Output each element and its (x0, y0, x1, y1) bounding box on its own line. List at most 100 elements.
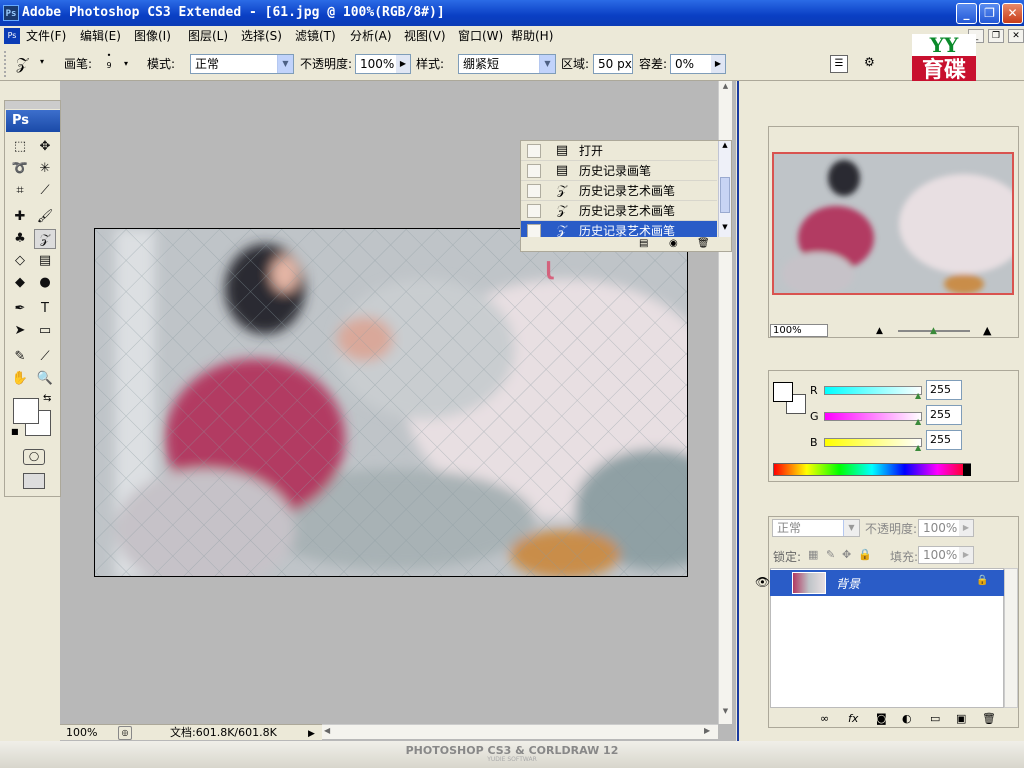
restore-button[interactable]: ❐ (979, 3, 1000, 24)
adjustment-layer-icon[interactable]: ◐ (902, 712, 912, 725)
tool-preset-arrow-icon[interactable]: ▾ (40, 57, 44, 66)
slider-thumb[interactable]: ▲ (915, 443, 921, 452)
new-layer-icon[interactable]: ▣ (956, 712, 966, 725)
tolerance-input[interactable]: 0% ▶ (670, 54, 726, 74)
color-r-input[interactable]: 255 (926, 380, 962, 400)
slider-thumb[interactable]: ▲ (915, 391, 921, 400)
gradient-tool-icon[interactable]: ▤ (34, 251, 56, 271)
menu-filter[interactable]: 滤镜(T) (295, 26, 336, 46)
menu-help[interactable]: 帮助(H) (511, 26, 553, 46)
stamp-tool-icon[interactable]: ♣ (9, 229, 31, 249)
doc-close-button[interactable]: ✕ (1008, 29, 1024, 43)
minimize-button[interactable]: _ (956, 3, 977, 24)
eye-visibility-icon[interactable]: 👁 (755, 575, 770, 589)
eraser-tool-icon[interactable]: ◇ (9, 251, 31, 271)
lasso-tool-icon[interactable]: ➰ (9, 159, 31, 179)
foreground-color-swatch[interactable] (13, 398, 39, 424)
lock-transparency-icon[interactable]: ▦ (808, 548, 818, 561)
color-g-slider[interactable] (824, 412, 922, 421)
scroll-up-icon[interactable]: ▲ (720, 82, 731, 94)
marquee-tool-icon[interactable]: ⬚ (9, 137, 31, 157)
spectrum-black-swatch[interactable] (963, 464, 971, 476)
trash-icon[interactable]: 🗑 (982, 712, 996, 725)
layer-mask-icon[interactable]: ◙ (876, 712, 887, 725)
default-colors-icon[interactable]: ■ (11, 427, 19, 436)
menu-edit[interactable]: 编辑(E) (80, 26, 121, 46)
menu-window[interactable]: 窗口(W) (458, 26, 503, 46)
color-r-slider[interactable] (824, 386, 922, 395)
layer-style-icon[interactable]: fx (848, 712, 858, 725)
color-spectrum-bar[interactable] (773, 463, 971, 476)
layers-opacity-input[interactable]: 100% ▶ (918, 519, 974, 537)
history-item[interactable]: ▤ 打开 (521, 141, 717, 161)
area-input[interactable]: 50 px (593, 54, 633, 74)
lock-pixels-icon[interactable]: ✎ (826, 548, 835, 561)
swap-colors-icon[interactable]: ⇆ (43, 393, 51, 404)
crop-tool-icon[interactable]: ⌗ (9, 181, 31, 201)
type-tool-icon[interactable]: T (34, 299, 56, 319)
dodge-tool-icon[interactable]: ● (34, 273, 56, 293)
slider-thumb[interactable]: ▲ (915, 417, 921, 426)
zoom-out-icon[interactable]: ▲ (876, 326, 883, 336)
slice-tool-icon[interactable]: ⟋ (34, 181, 56, 201)
zoom-slider-thumb[interactable]: ▲ (930, 326, 937, 336)
scroll-thumb[interactable] (720, 177, 730, 213)
fill-input[interactable]: 100% ▶ (918, 546, 974, 564)
history-source-checkbox[interactable] (527, 184, 541, 198)
menu-select[interactable]: 选择(S) (241, 26, 282, 46)
history-source-checkbox[interactable] (527, 224, 541, 238)
new-group-icon[interactable]: ▭ (930, 712, 940, 725)
style-select[interactable]: 绷紧短 ▼ (458, 54, 556, 74)
menu-layer[interactable]: 图层(L) (188, 26, 228, 46)
healing-brush-icon[interactable]: ✚ (9, 207, 31, 227)
link-layers-icon[interactable]: ∞ (820, 712, 829, 725)
canvas-horizontal-scrollbar[interactable]: ◀ ▶ (322, 724, 718, 739)
layer-name[interactable]: 背景 (836, 575, 860, 592)
history-item[interactable]: 𝒵 历史记录艺术画笔 (521, 201, 717, 221)
trash-icon[interactable]: 🗑 (697, 238, 710, 249)
menu-view[interactable]: 视图(V) (404, 26, 446, 46)
eyedropper-icon[interactable]: ⟋ (34, 347, 56, 367)
notes-tool-icon[interactable]: ✎ (9, 347, 31, 367)
menu-file[interactable]: 文件(F) (26, 26, 66, 46)
magic-wand-icon[interactable]: ✳ (34, 159, 56, 179)
color-foreground-swatch[interactable] (773, 382, 793, 402)
layers-scrollbar[interactable] (1004, 568, 1018, 708)
navigator-zoom-input[interactable]: 100% (770, 324, 828, 337)
history-item[interactable]: 𝒵 历史记录艺术画笔 (521, 181, 717, 201)
lock-position-icon[interactable]: ✥ (842, 548, 851, 561)
brush-dropdown-icon[interactable]: ▾ (124, 59, 128, 68)
new-document-from-state-icon[interactable]: ▤ (639, 238, 648, 249)
screen-mode-icon[interactable] (23, 473, 45, 489)
scroll-down-icon[interactable]: ▼ (720, 707, 731, 719)
color-g-input[interactable]: 255 (926, 405, 962, 425)
color-b-slider[interactable] (824, 438, 922, 447)
document-canvas[interactable]: Ꙇ (94, 228, 688, 577)
shape-tool-icon[interactable]: ▭ (34, 321, 56, 341)
lock-all-icon[interactable]: 🔒 (858, 548, 872, 561)
status-menu-arrow-icon[interactable]: ▶ (308, 726, 315, 742)
blend-mode-select[interactable]: 正常 ▼ (772, 519, 860, 537)
doc-restore-button[interactable]: ❐ (988, 29, 1004, 43)
scroll-down-icon[interactable]: ▼ (719, 223, 731, 235)
toolbox-grip[interactable] (5, 101, 60, 109)
status-zoom[interactable]: 100% (66, 725, 97, 741)
brush-tool-icon[interactable]: 🖌 (34, 207, 56, 227)
scroll-up-icon[interactable]: ▲ (719, 141, 731, 153)
pen-tool-icon[interactable]: ✒ (9, 299, 31, 319)
menu-image[interactable]: 图像(I) (134, 26, 171, 46)
history-source-checkbox[interactable] (527, 144, 541, 158)
color-b-input[interactable]: 255 (926, 430, 962, 450)
blur-tool-icon[interactable]: ◆ (9, 273, 31, 293)
history-source-checkbox[interactable] (527, 204, 541, 218)
opacity-input[interactable]: 100% ▶ (355, 54, 411, 74)
layer-row-background[interactable]: 👁 背景 🔒 (755, 570, 1004, 596)
history-scrollbar[interactable]: ▲ ▼ (718, 141, 731, 237)
move-tool-icon[interactable]: ✥ (34, 137, 56, 157)
zoom-in-icon[interactable]: ▲ (983, 324, 991, 337)
close-button[interactable]: ✕ (1002, 3, 1023, 24)
mode-select[interactable]: 正常 ▼ (190, 54, 294, 74)
zoom-tool-icon[interactable]: 🔍 (34, 369, 56, 389)
brush-picker[interactable]: • 9 (103, 51, 115, 77)
art-history-brush-icon[interactable]: 𝒵 (34, 229, 56, 249)
